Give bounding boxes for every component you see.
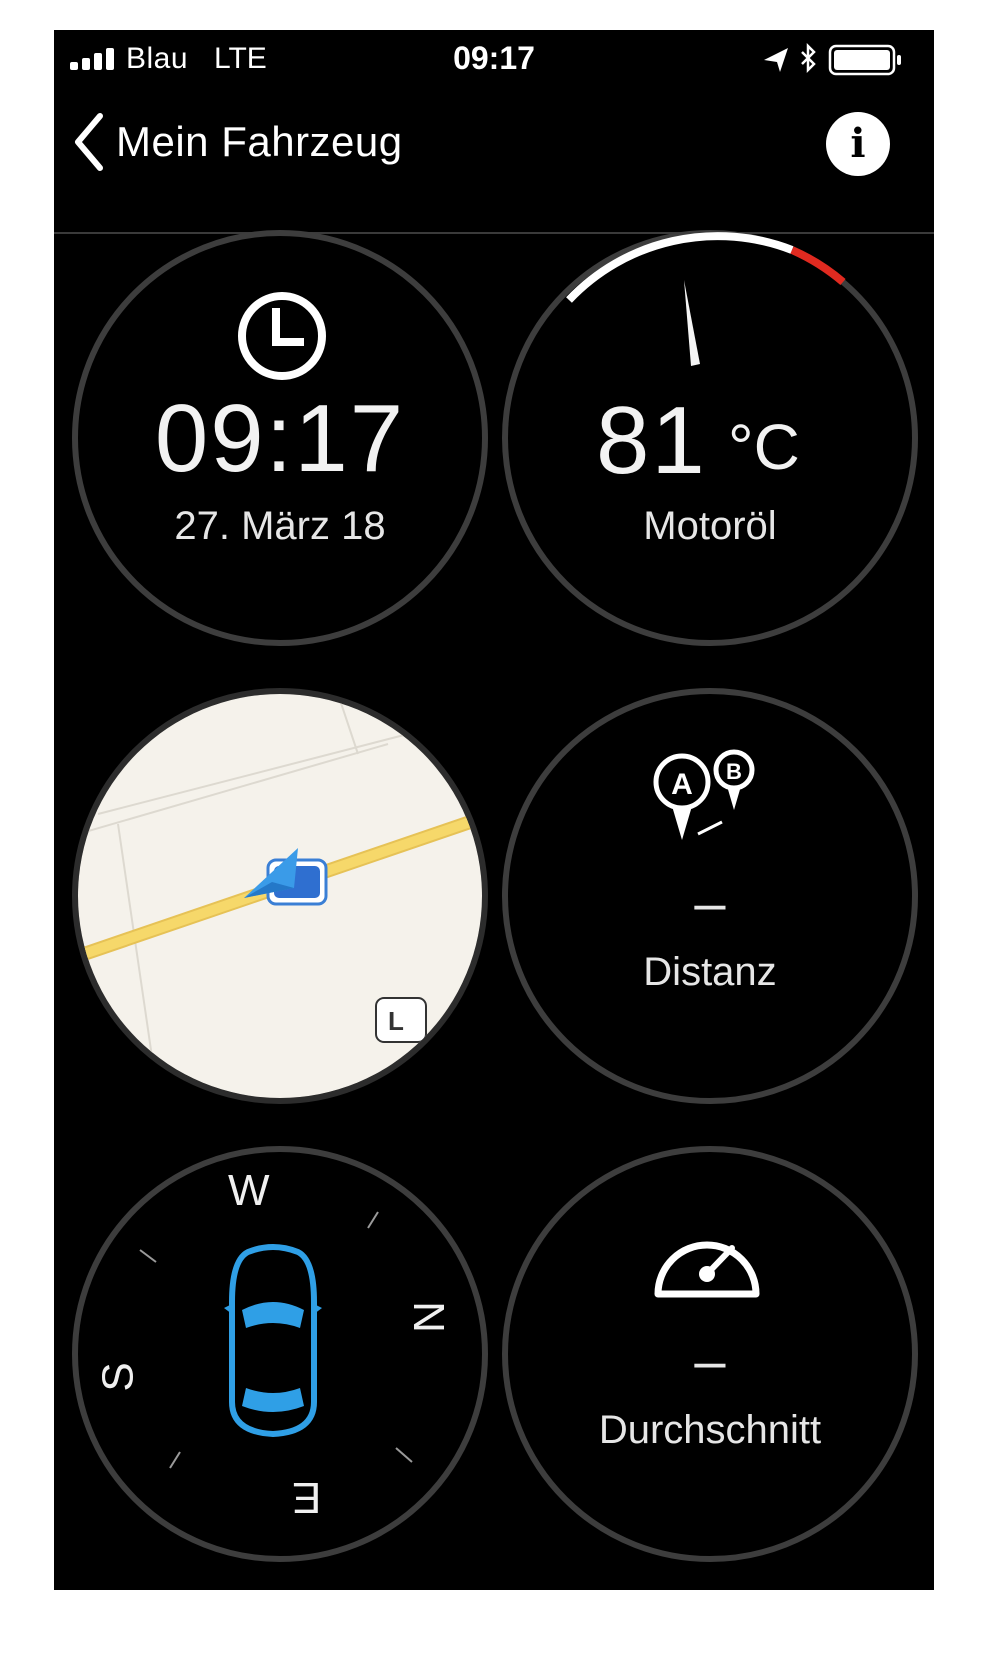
distance-label: Distanz: [643, 950, 777, 994]
route-marker-b: B: [726, 759, 742, 784]
oil-label: Motoröl: [643, 504, 777, 548]
status-icons: [758, 42, 918, 78]
average-speed-label: Durchschnitt: [598, 1408, 822, 1452]
location-arrow-icon: [242, 844, 308, 909]
clock-time: 09:17: [154, 385, 406, 492]
average-speed-tile[interactable]: – Durchschnitt: [502, 1146, 918, 1562]
oil-gauge-arc: [566, 232, 846, 303]
clock-date: 27. März 18: [174, 504, 386, 548]
oil-temperature-value: 81: [596, 387, 707, 494]
location-arrow-icon: [764, 48, 788, 72]
car-top-view-icon: [218, 1242, 328, 1447]
battery-icon: [828, 44, 901, 76]
route-marker-a: A: [671, 768, 693, 801]
info-button[interactable]: i: [826, 112, 890, 176]
speedometer-icon: [652, 1224, 762, 1309]
svg-text:L: L: [388, 1006, 404, 1036]
compass-west: W: [228, 1166, 270, 1215]
compass-south: S: [93, 1362, 143, 1392]
route-a-b-icon: A B: [646, 748, 764, 851]
compass-east: E: [292, 1473, 322, 1522]
status-bar: Blau LTE 09:17: [54, 30, 934, 90]
gauge-needle-icon: [678, 276, 708, 377]
clock-tile[interactable]: 09:17 27. März 18: [72, 230, 488, 646]
navigation-bar: Mein Fahrzeug i: [54, 90, 934, 234]
oil-temperature-unit: °C: [728, 411, 800, 483]
back-button[interactable]: Mein Fahrzeug: [72, 110, 403, 174]
bluetooth-icon: [801, 42, 816, 74]
distance-tile[interactable]: A B – Distanz: [502, 688, 918, 1104]
clock-icon: [236, 290, 328, 387]
oil-temperature-tile[interactable]: 81 °C Motoröl: [502, 230, 918, 646]
map-tile[interactable]: L: [72, 688, 488, 1104]
distance-value: –: [694, 871, 726, 934]
compass-north: N: [403, 1301, 453, 1333]
compass-tile[interactable]: W N E S: [72, 1146, 488, 1562]
app-screen: Blau LTE 09:17 Mein Fahrzeug i 09:17 27.…: [54, 30, 934, 1590]
chevron-left-icon: [72, 112, 106, 172]
back-button-label: Mein Fahrzeug: [116, 118, 403, 165]
average-speed-value: –: [694, 1329, 726, 1392]
